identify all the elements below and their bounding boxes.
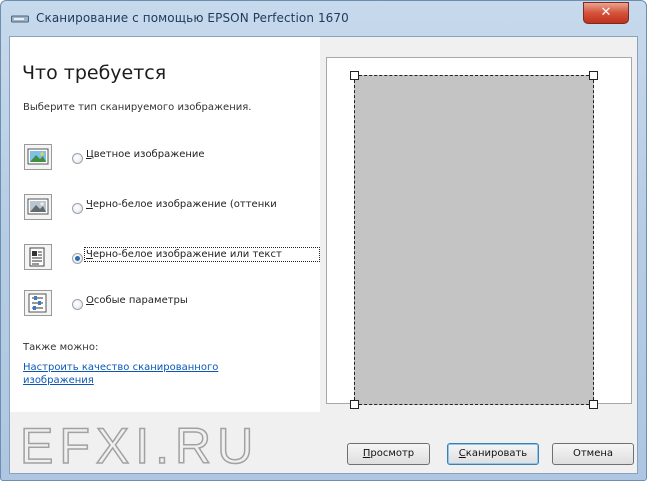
page-title: Что требуется: [22, 62, 167, 84]
title-bar: Сканирование с помощью EPSON Perfection …: [1, 1, 646, 35]
option-color-picture[interactable]: Цветное изображение: [24, 144, 320, 172]
color-photo-icon: [24, 144, 52, 170]
option-label[interactable]: Черно-белое изображение или текст: [84, 247, 320, 262]
also-label: Также можно:: [23, 342, 99, 353]
option-bw-picture-or-text[interactable]: Черно-белое изображение или текст: [24, 244, 320, 272]
preview-button[interactable]: Просмотр: [347, 443, 430, 465]
option-grayscale-picture[interactable]: Черно-белое изображение (оттенки: [24, 194, 320, 222]
radio-grayscale-picture[interactable]: [72, 203, 83, 214]
adjust-quality-link[interactable]: Настроить качество сканированного изобра…: [23, 361, 223, 387]
close-button[interactable]: ✕: [583, 2, 629, 24]
scan-selection-area[interactable]: [350, 71, 598, 409]
preview-area: [326, 57, 632, 409]
grayscale-photo-icon: [24, 194, 52, 220]
window-title: Сканирование с помощью EPSON Perfection …: [36, 11, 349, 25]
radio-custom-settings[interactable]: [72, 299, 83, 310]
radio-bw-picture-or-text[interactable]: [72, 253, 83, 264]
option-label[interactable]: Цветное изображение: [86, 149, 318, 160]
option-label[interactable]: Особые параметры: [86, 295, 318, 306]
close-icon: ✕: [600, 5, 612, 20]
instruction-text: Выберите тип сканируемого изображения.: [23, 102, 252, 113]
text-document-icon: [24, 244, 52, 270]
resize-handle-top-right[interactable]: [589, 71, 598, 80]
custom-settings-icon: [24, 290, 52, 316]
radio-color-picture[interactable]: [72, 153, 83, 164]
resize-handle-top-left[interactable]: [350, 71, 359, 80]
scan-type-panel: Что требуется Выберите тип сканируемого …: [10, 37, 320, 412]
watermark-logo: EFXI.RU: [19, 417, 260, 475]
cancel-button[interactable]: Отмена: [552, 443, 634, 465]
option-custom-settings[interactable]: Особые параметры: [24, 290, 320, 318]
scanner-icon: [11, 15, 29, 23]
dialog-body: Что требуется Выберите тип сканируемого …: [9, 36, 638, 475]
option-label[interactable]: Черно-белое изображение (оттенки: [86, 199, 318, 210]
scan-button[interactable]: Сканировать: [447, 443, 539, 465]
scan-dialog-window: Сканирование с помощью EPSON Perfection …: [0, 0, 647, 481]
resize-handle-bottom-right[interactable]: [589, 400, 598, 409]
resize-handle-bottom-left[interactable]: [350, 400, 359, 409]
